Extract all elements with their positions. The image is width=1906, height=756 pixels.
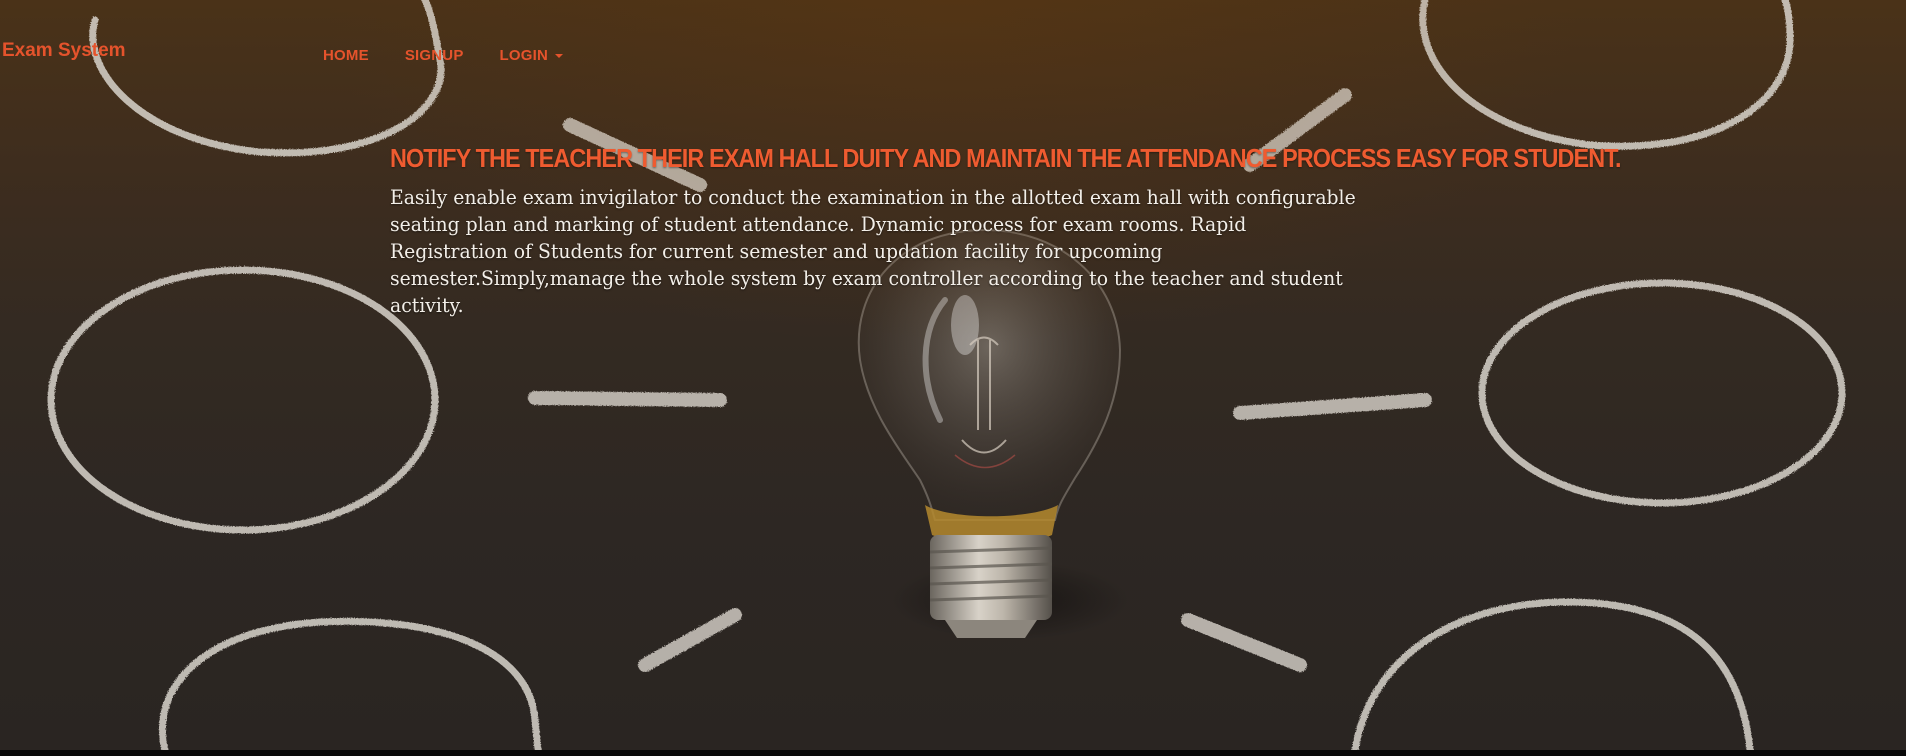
nav-login-label: LOGIN [499,47,549,64]
chalkboard-lightbulb-image [47,0,1846,750]
brand-logo-link[interactable]: Exam System [2,40,126,62]
nav-home[interactable]: HOME [323,47,369,64]
hero-headline: NOTIFY THE TEACHER THEIR EXAM HALL DUITY… [390,143,1622,173]
caret-down-icon [555,54,564,58]
hero-background [0,0,1906,750]
bottom-edge [0,750,1906,756]
hero-description: Easily enable exam invigilator to conduc… [390,185,1356,317]
hero-content: NOTIFY THE TEACHER THEIR EXAM HALL DUITY… [390,143,1622,319]
nav-signup-label: SIGNUP [404,47,464,64]
nav-signup[interactable]: SIGNUP [405,47,464,64]
nav-login-dropdown[interactable]: LOGIN [500,47,564,64]
main-nav: HOME SIGNUP LOGIN [323,47,599,64]
nav-home-label: HOME [323,47,369,64]
